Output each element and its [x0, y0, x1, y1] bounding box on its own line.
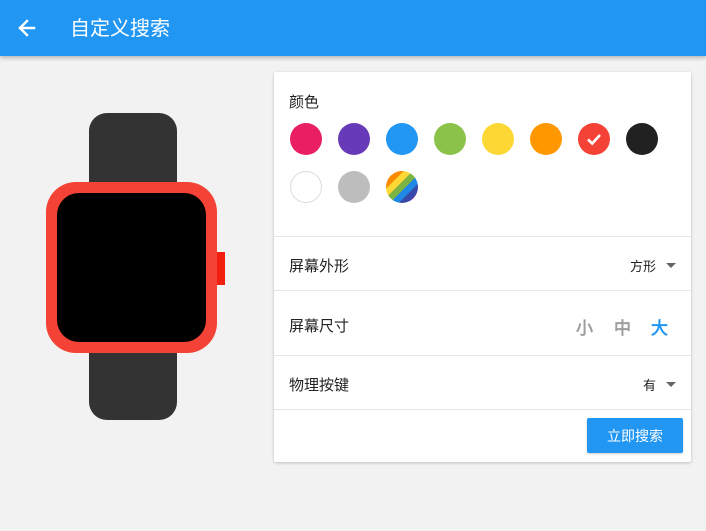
screen-shape-select[interactable]: 方形	[630, 256, 676, 275]
color-swatch-gray[interactable]	[338, 171, 370, 203]
color-swatch-orange[interactable]	[530, 123, 562, 155]
physical-button-value: 有	[642, 379, 656, 394]
app-bar: 自定义搜索	[0, 0, 706, 56]
color-swatch-white[interactable]	[290, 171, 322, 203]
color-swatch-purple[interactable]	[338, 123, 370, 155]
size-option-small[interactable]: 小	[576, 314, 593, 339]
arrow-left-icon	[18, 19, 36, 37]
divider	[274, 290, 691, 291]
screen-shape-label: 屏幕外形	[289, 257, 350, 275]
divider	[274, 409, 691, 410]
color-swatch-blue[interactable]	[386, 123, 418, 155]
dropdown-arrow-icon	[666, 263, 676, 268]
screen-shape-value: 方形	[629, 260, 656, 275]
dropdown-arrow-icon	[666, 382, 676, 387]
check-icon	[587, 134, 601, 146]
divider	[274, 355, 691, 356]
physical-button-label: 物理按键	[289, 376, 350, 394]
color-swatch-rainbow[interactable]	[386, 171, 418, 203]
watch-screen	[57, 193, 206, 342]
screen-size-label: 屏幕尺寸	[289, 317, 350, 335]
color-swatch-black[interactable]	[626, 123, 658, 155]
watch-strap-top	[89, 113, 177, 193]
size-option-large[interactable]: 大	[651, 314, 668, 339]
search-now-button[interactable]: 立即搜索	[587, 418, 683, 453]
watch-preview	[44, 112, 230, 422]
divider	[274, 236, 691, 237]
watch-case	[46, 182, 217, 353]
color-swatch-pink[interactable]	[290, 123, 322, 155]
color-swatch-green[interactable]	[434, 123, 466, 155]
physical-button-select[interactable]: 有	[643, 375, 676, 394]
size-option-medium[interactable]: 中	[614, 314, 631, 339]
color-swatch-red[interactable]	[578, 123, 610, 155]
watch-crown	[217, 252, 225, 285]
color-swatch-yellow[interactable]	[482, 123, 514, 155]
page-title: 自定义搜索	[70, 16, 170, 40]
back-button[interactable]	[12, 12, 44, 44]
filter-panel: 颜色 屏幕外形 方形 屏幕尺寸 小 中 大 物理按键 有 立即搜索	[274, 72, 691, 462]
color-section-title: 颜色	[289, 93, 320, 111]
